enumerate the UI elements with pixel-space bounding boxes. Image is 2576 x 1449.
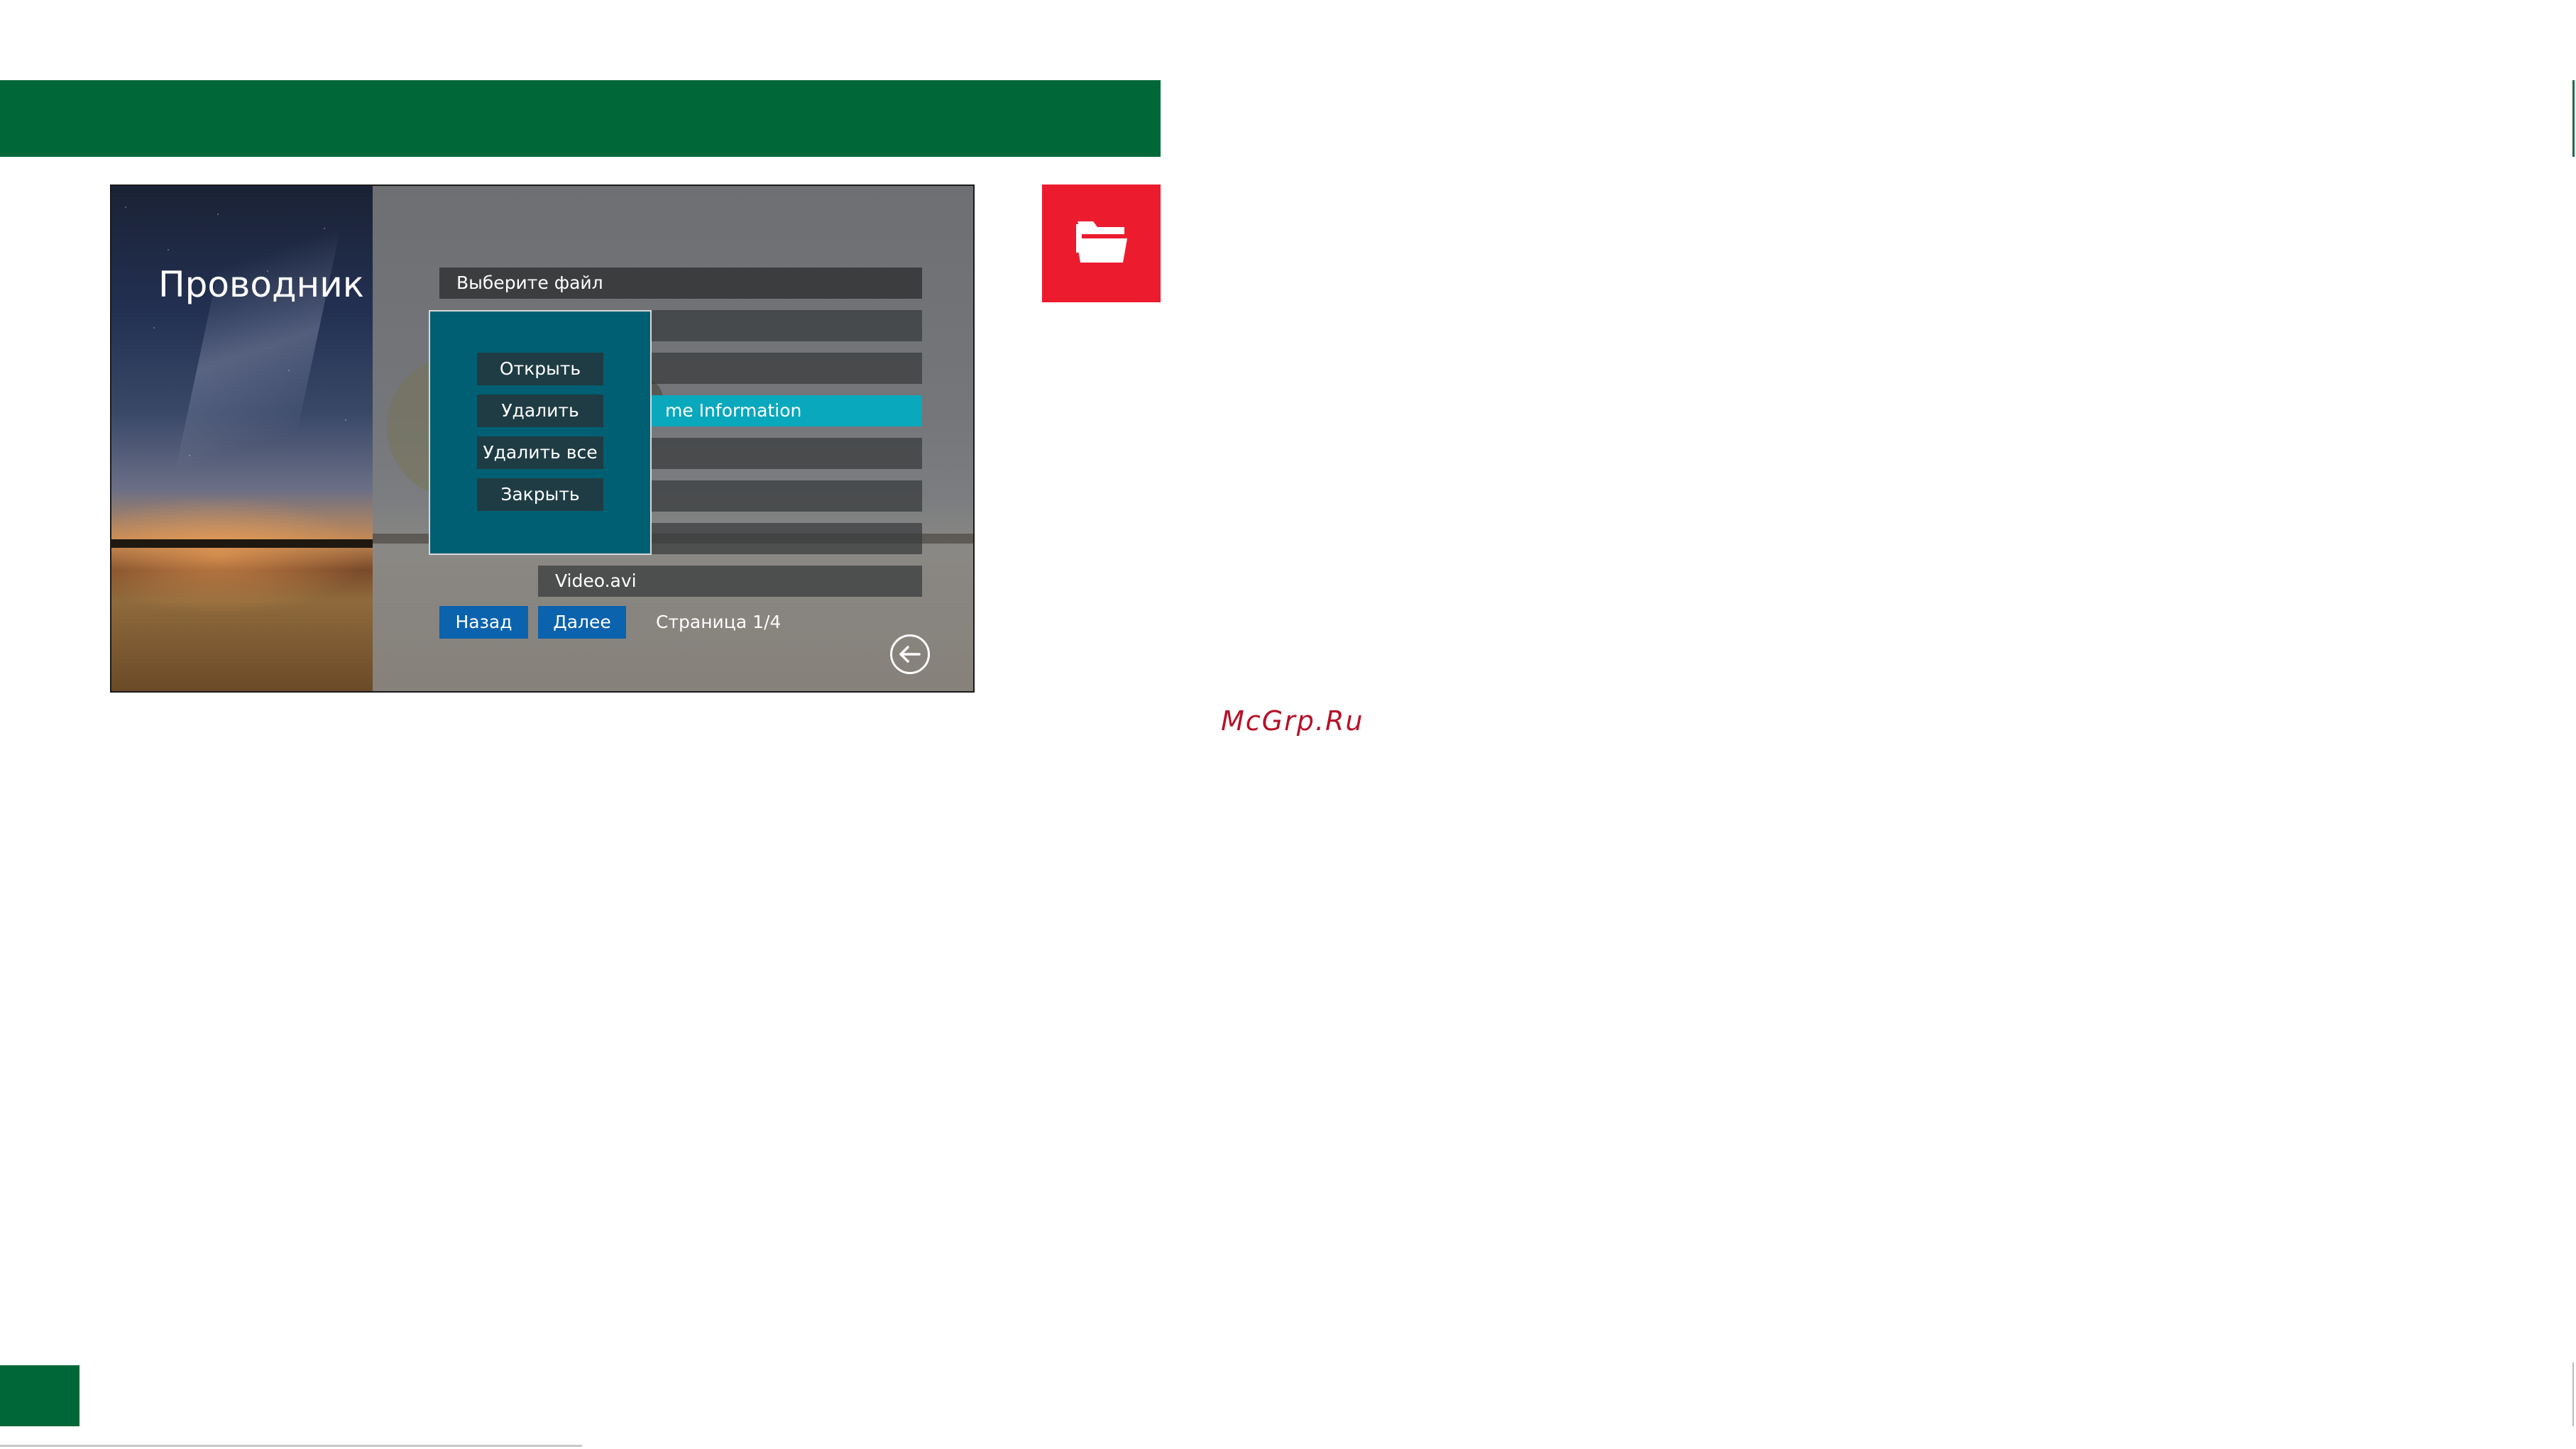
watermark: McGrp.Ru <box>1221 705 1364 737</box>
screen-title: Проводник <box>158 264 364 305</box>
close-button[interactable]: Закрыть <box>477 478 603 511</box>
back-button[interactable]: Назад <box>439 606 528 639</box>
folder-open-icon <box>1076 221 1127 263</box>
arrow-left-circle-icon <box>899 646 921 663</box>
open-button[interactable]: Открыть <box>477 353 603 385</box>
delete-all-button[interactable]: Удалить все <box>477 436 603 469</box>
tree-line <box>111 539 373 548</box>
next-button[interactable]: Далее <box>538 606 626 639</box>
background-photo: Проводник <box>111 186 373 691</box>
page-indicator: Страница 1/4 <box>656 612 782 632</box>
return-button[interactable] <box>890 634 930 674</box>
device-screen: Проводник Выберите файл me Information V… <box>110 184 975 693</box>
list-header: Выберите файл <box>439 268 922 299</box>
delete-button[interactable]: Удалить <box>477 395 603 427</box>
top-header-band <box>0 80 1161 157</box>
list-item-video[interactable]: Video.avi <box>538 566 922 597</box>
right-edge-rule <box>2572 80 2575 157</box>
bottom-rule <box>0 1445 582 1447</box>
page-corner-block <box>0 1365 80 1426</box>
bottom-right-line <box>2572 1362 2574 1426</box>
context-menu: Открыть Удалить Удалить все Закрыть <box>429 310 652 555</box>
section-icon-box <box>1042 184 1161 302</box>
